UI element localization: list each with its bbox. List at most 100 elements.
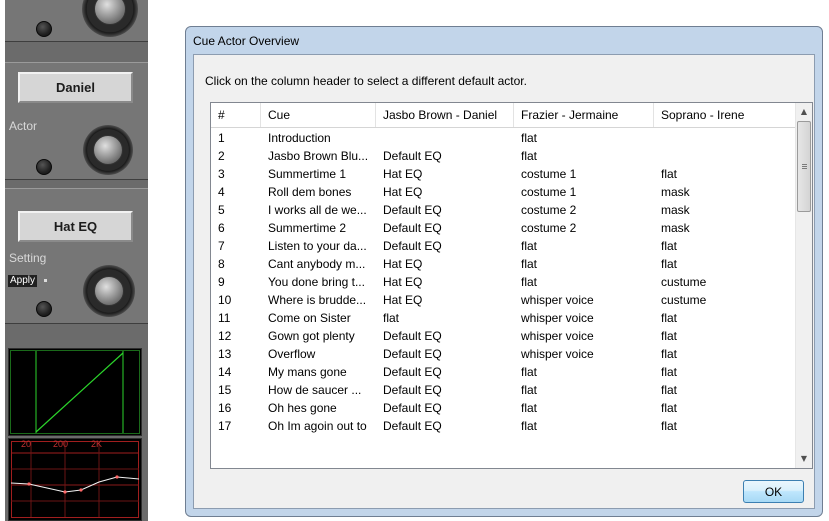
setting-knob[interactable] — [83, 265, 135, 317]
actor-label: Actor — [9, 119, 38, 133]
cell-cue: Listen to your da... — [268, 239, 367, 253]
cell-frazier: costume 2 — [521, 203, 577, 217]
cell-frazier: flat — [521, 383, 538, 397]
channel-strip: Daniel Actor Hat EQ Setting Apply 20 200… — [5, 0, 148, 521]
cell-number: 15 — [218, 383, 232, 397]
actor-knob[interactable] — [83, 125, 133, 175]
cell-jasbo-brown: Default EQ — [383, 149, 442, 163]
vertical-scrollbar[interactable]: ▲ ▼ — [795, 103, 812, 468]
table-row[interactable]: 11 Come on Sister flat whisper voice flat — [211, 309, 797, 327]
cell-frazier: flat — [521, 275, 538, 289]
cell-soprano: flat — [661, 311, 678, 325]
cell-jasbo-brown: Hat EQ — [383, 293, 423, 307]
knob[interactable] — [82, 0, 138, 37]
cell-soprano: flat — [661, 401, 678, 415]
cell-number: 12 — [218, 329, 232, 343]
cell-cue: Gown got plenty — [268, 329, 355, 343]
scroll-up-button[interactable]: ▲ — [796, 103, 812, 120]
eq-tick-label: 20 — [21, 439, 32, 449]
cell-number: 5 — [218, 203, 225, 217]
cue-list[interactable]: # Cue Jasbo Brown - Daniel Frazier - Jer… — [210, 102, 813, 469]
table-row[interactable]: 17 Oh Im agoin out to Default EQ flat flat — [211, 417, 797, 435]
cell-soprano: flat — [661, 419, 678, 433]
table-row[interactable]: 3 Summertime 1 Hat EQ costume 1 flat — [211, 165, 797, 183]
cell-number: 2 — [218, 149, 225, 163]
cell-jasbo-brown: Hat EQ — [383, 167, 423, 181]
cell-cue: Introduction — [268, 131, 331, 145]
cell-number: 3 — [218, 167, 225, 181]
table-row[interactable]: 8 Cant anybody m... Hat EQ flat flat — [211, 255, 797, 273]
cell-cue: Roll dem bones — [268, 185, 352, 199]
scroll-down-button[interactable]: ▼ — [796, 450, 812, 467]
table-row[interactable]: 12 Gown got plenty Default EQ whisper voice… — [211, 327, 797, 345]
cell-soprano: flat — [661, 383, 678, 397]
actor-button[interactable]: Daniel — [18, 72, 133, 103]
cell-number: 1 — [218, 131, 225, 145]
cell-cue: Summertime 1 — [268, 167, 347, 181]
eq-node[interactable] — [79, 488, 83, 492]
cell-soprano: flat — [661, 239, 678, 253]
table-row[interactable]: 5 I works all de we... Default EQ costume 2… — [211, 201, 797, 219]
cell-number: 9 — [218, 275, 225, 289]
cell-number: 13 — [218, 347, 232, 361]
cell-soprano: flat — [661, 329, 678, 343]
cell-cue: Jasbo Brown Blu... — [268, 149, 369, 163]
thumb-grip — [802, 168, 807, 169]
cell-number: 8 — [218, 257, 225, 271]
table-row[interactable]: 16 Oh hes gone Default EQ flat flat — [211, 399, 797, 417]
cell-frazier: costume 2 — [521, 221, 577, 235]
eq-graph: 20 200 2K — [8, 438, 142, 521]
cell-jasbo-brown: Default EQ — [383, 221, 442, 235]
cell-number: 10 — [218, 293, 232, 307]
cell-number: 6 — [218, 221, 225, 235]
table-row[interactable]: 10 Where is brudde... Hat EQ whisper voice c… — [211, 291, 797, 309]
table-row[interactable]: 6 Summertime 2 Default EQ costume 2 mask — [211, 219, 797, 237]
eq-node[interactable] — [27, 482, 31, 486]
ok-button[interactable]: OK — [743, 480, 804, 503]
column-header-soprano[interactable]: Soprano - Irene — [654, 103, 797, 127]
cell-jasbo-brown: Default EQ — [383, 329, 442, 343]
cell-number: 17 — [218, 419, 232, 433]
cell-cue: Come on Sister — [268, 311, 351, 325]
column-header-jasbo-brown[interactable]: Jasbo Brown - Daniel — [376, 103, 514, 127]
column-header-frazier[interactable]: Frazier - Jermaine — [514, 103, 654, 127]
cell-cue: How de saucer ... — [268, 383, 362, 397]
cell-cue: Cant anybody m... — [268, 257, 366, 271]
table-row[interactable]: 1 Introduction flat — [211, 129, 797, 147]
cell-cue: Overflow — [268, 347, 316, 361]
column-header-cue[interactable]: Cue — [261, 103, 376, 127]
graph-border — [10, 350, 140, 434]
eq-node[interactable] — [115, 475, 119, 479]
table-row[interactable]: 7 Listen to your da... Default EQ flat flat — [211, 237, 797, 255]
cell-cue: I works all de we... — [268, 203, 367, 217]
cell-frazier: flat — [521, 365, 538, 379]
apply-indicator-dot — [44, 279, 47, 282]
cell-jasbo-brown — [376, 129, 514, 147]
cell-soprano: mask — [661, 221, 690, 235]
setting-button[interactable]: Hat EQ — [18, 211, 133, 242]
top-knob-panel — [5, 0, 148, 42]
scroll-thumb[interactable] — [797, 121, 811, 212]
table-row[interactable]: 9 You done bring t... Hat EQ flat custume — [211, 273, 797, 291]
table-row[interactable]: 14 My mans gone Default EQ flat flat — [211, 363, 797, 381]
cell-soprano: mask — [661, 185, 690, 199]
gain-curve-graph — [8, 348, 142, 436]
table-row[interactable]: 15 How de saucer ... Default EQ flat flat — [211, 381, 797, 399]
cell-cue: Where is brudde... — [268, 293, 367, 307]
cue-actor-overview-dialog: Cue Actor Overview Click on the column h… — [185, 26, 823, 517]
cell-frazier: flat — [521, 401, 538, 415]
eq-tick-label: 2K — [91, 439, 103, 449]
eq-node[interactable] — [63, 490, 67, 494]
table-row[interactable]: 13 Overflow Default EQ whisper voice flat — [211, 345, 797, 363]
cell-soprano: flat — [661, 167, 678, 181]
cell-frazier: whisper voice — [521, 347, 594, 361]
list-header: # Cue Jasbo Brown - Daniel Frazier - Jer… — [211, 103, 797, 128]
table-row[interactable]: 4 Roll dem bones Hat EQ costume 1 mask — [211, 183, 797, 201]
column-header-number[interactable]: # — [211, 103, 261, 127]
apply-button[interactable]: Apply — [8, 275, 38, 287]
led-indicator — [36, 159, 52, 175]
cell-jasbo-brown: Hat EQ — [383, 257, 423, 271]
knob-cap — [94, 276, 124, 306]
table-row[interactable]: 2 Jasbo Brown Blu... Default EQ flat — [211, 147, 797, 165]
led-indicator — [36, 301, 52, 317]
